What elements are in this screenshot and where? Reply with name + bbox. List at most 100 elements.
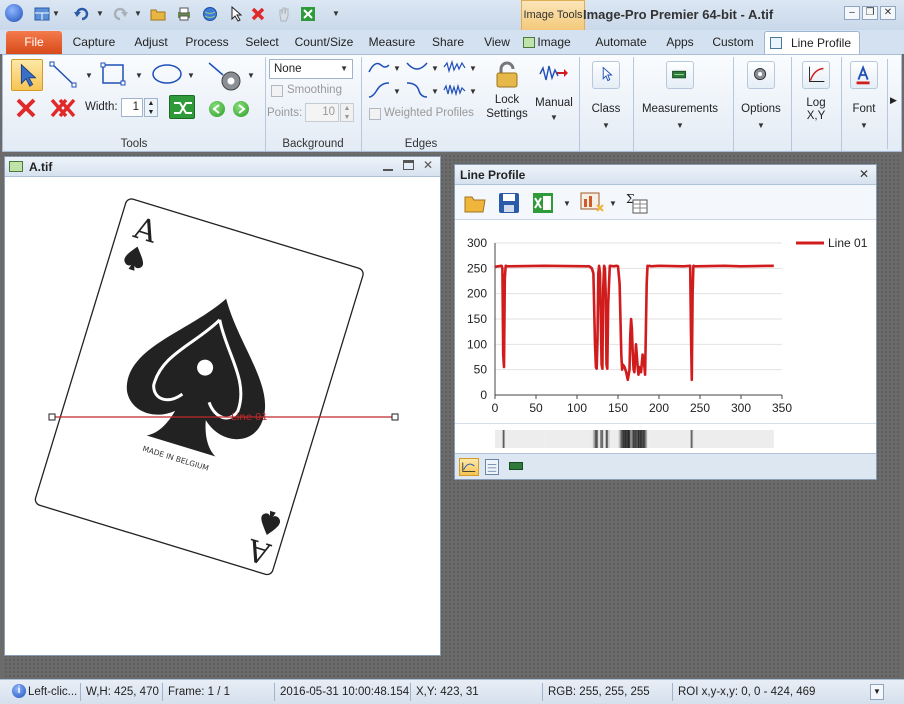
undo-dropdown-arrow-icon[interactable]: ▼ xyxy=(96,9,104,18)
excel-export-icon[interactable] xyxy=(531,191,555,215)
font-button[interactable]: Font ▼ xyxy=(845,59,883,135)
ellipse-tool-dropdown-icon[interactable]: ▼ xyxy=(187,71,195,80)
line-tool-button[interactable] xyxy=(49,61,79,89)
hand-icon[interactable] xyxy=(276,6,292,22)
intensity-strip-segment xyxy=(618,430,620,448)
edge-noisy-signal-icon[interactable] xyxy=(443,59,467,75)
points-input[interactable]: 10 xyxy=(305,103,339,122)
ribbon-panel: ▼ ▼ ▼ ▼ Width: 1 ▲ ▼ Tools None ▼ Smoothi… xyxy=(2,54,902,152)
line-tool-dropdown-icon[interactable]: ▼ xyxy=(85,71,93,80)
measurements-button[interactable]: Measurements ▼ xyxy=(639,59,721,135)
intensity-strip-segment xyxy=(637,430,639,448)
ribbon-scroll-right-icon[interactable]: ▶ xyxy=(887,59,899,149)
rectangle-tool-dropdown-icon[interactable]: ▼ xyxy=(135,71,143,80)
edge-falling-curve-icon[interactable] xyxy=(405,81,429,99)
manual-button[interactable]: Manual ▼ xyxy=(533,59,575,135)
line-profile-chart[interactable]: 0 50 100 150 200 250 300 0 50 100 150 200 250 300 350 … xyxy=(455,221,876,423)
report-dropdown-icon[interactable]: ▼ xyxy=(609,199,617,208)
intensity-strip-segment xyxy=(599,430,600,448)
smoothing-checkbox[interactable] xyxy=(271,85,283,97)
image-window-minimize-button[interactable] xyxy=(383,161,393,171)
intensity-strip-segment xyxy=(604,430,606,448)
rectangle-tool-button[interactable] xyxy=(99,61,129,89)
edge-wave-signal-icon[interactable] xyxy=(443,81,467,99)
edge-rising-dropdown-icon[interactable]: ▼ xyxy=(393,64,401,73)
tab-capture[interactable]: Capture xyxy=(68,31,120,54)
width-input[interactable]: 1 xyxy=(121,98,143,117)
table-view-icon[interactable] xyxy=(485,459,499,475)
close-button[interactable]: ✕ xyxy=(880,6,896,20)
edge-falling-dropdown-icon[interactable]: ▼ xyxy=(431,87,439,96)
lock-settings-button[interactable]: Lock Settings xyxy=(483,59,531,129)
edge-rising-curve-icon[interactable] xyxy=(367,59,391,75)
image-canvas[interactable]: A MADE IN BELGIUM A Line 01 xyxy=(5,177,440,655)
tab-count-size[interactable]: Count/Size xyxy=(294,31,354,54)
minimize-button[interactable]: – xyxy=(844,6,860,20)
class-button[interactable]: Class ▼ xyxy=(585,59,627,135)
tab-file[interactable]: File xyxy=(6,31,62,54)
edge-s-curve-dropdown-icon[interactable]: ▼ xyxy=(393,87,401,96)
line-profile-title: Line Profile xyxy=(460,168,526,182)
edge-s-curve-icon[interactable] xyxy=(367,81,391,99)
image-window-maximize-button[interactable] xyxy=(403,160,414,170)
globe-icon[interactable] xyxy=(202,6,218,22)
tab-view[interactable]: View xyxy=(482,31,512,54)
customize-quick-access-arrow-icon[interactable]: ▼ xyxy=(332,9,340,18)
line-settings-dropdown-icon[interactable]: ▼ xyxy=(247,71,255,80)
tab-custom[interactable]: Custom xyxy=(712,31,754,54)
edge-valley-dropdown-icon[interactable]: ▼ xyxy=(431,64,439,73)
tab-apps[interactable]: Apps xyxy=(664,31,696,54)
tab-measure[interactable]: Measure xyxy=(368,31,416,54)
edge-wave-dropdown-icon[interactable]: ▼ xyxy=(469,87,477,96)
line-profile-close-button[interactable]: ✕ xyxy=(859,167,869,181)
delete-x-icon[interactable] xyxy=(250,6,266,22)
open-folder-icon[interactable] xyxy=(150,6,166,22)
weighted-profiles-checkbox[interactable] xyxy=(369,108,381,120)
redo-dropdown-arrow-icon[interactable]: ▼ xyxy=(134,9,142,18)
edge-noisy-dropdown-icon[interactable]: ▼ xyxy=(469,64,477,73)
tab-automate[interactable]: Automate xyxy=(594,31,648,54)
options-button[interactable]: Options ▼ xyxy=(739,59,783,135)
measurements-view-icon[interactable] xyxy=(509,462,523,470)
redo-icon[interactable] xyxy=(112,6,128,22)
width-stepper[interactable]: ▲ ▼ xyxy=(144,98,158,117)
line-roi-end-handle[interactable] xyxy=(391,413,399,421)
undo-icon[interactable] xyxy=(74,6,90,22)
tab-process[interactable]: Process xyxy=(184,31,230,54)
open-folder-icon[interactable] xyxy=(463,191,487,215)
statistics-sigma-icon[interactable]: Σ xyxy=(625,191,649,215)
background-method-select[interactable]: None ▼ xyxy=(269,59,353,79)
log-xy-button[interactable]: Log X,Y xyxy=(795,59,837,135)
print-icon[interactable] xyxy=(176,6,192,22)
tab-adjust[interactable]: Adjust xyxy=(130,31,172,54)
pointer-icon[interactable] xyxy=(228,6,244,22)
ellipse-tool-button[interactable] xyxy=(149,61,185,89)
next-green-arrow-icon[interactable] xyxy=(233,101,249,117)
tab-line-profile[interactable]: Line Profile xyxy=(764,31,860,54)
previous-green-arrow-icon[interactable] xyxy=(209,101,225,117)
save-disk-icon[interactable] xyxy=(497,191,521,215)
intensity-strip-segment xyxy=(595,430,596,448)
report-chart-icon[interactable] xyxy=(579,191,605,215)
line-settings-gear-icon[interactable] xyxy=(205,59,245,95)
restore-button[interactable]: ❐ xyxy=(862,6,878,20)
excel-export-dropdown-icon[interactable]: ▼ xyxy=(563,199,571,208)
tab-share[interactable]: Share xyxy=(430,31,466,54)
select-pointer-button[interactable] xyxy=(11,59,43,91)
points-stepper[interactable]: ▲ ▼ xyxy=(340,103,354,122)
layout-dropdown-arrow-icon[interactable]: ▼ xyxy=(52,9,60,18)
intensity-strip-segment xyxy=(659,430,684,448)
status-menu-button[interactable]: ▼ xyxy=(870,684,884,700)
tab-select[interactable]: Select xyxy=(244,31,280,54)
excel-export-icon[interactable] xyxy=(300,6,316,22)
line-roi-start-handle[interactable] xyxy=(48,413,56,421)
edge-valley-curve-icon[interactable] xyxy=(405,59,429,75)
profile-view-icon[interactable] xyxy=(459,458,479,476)
layout-grid-icon[interactable] xyxy=(34,6,50,22)
shuffle-green-icon[interactable] xyxy=(169,95,195,119)
image-window-close-button[interactable]: ✕ xyxy=(423,158,433,172)
app-menu-orb-icon[interactable] xyxy=(5,4,23,22)
delete-all-red-x-icon[interactable] xyxy=(49,97,77,119)
tab-image[interactable]: Image xyxy=(536,31,572,54)
delete-red-x-icon[interactable] xyxy=(15,97,37,119)
